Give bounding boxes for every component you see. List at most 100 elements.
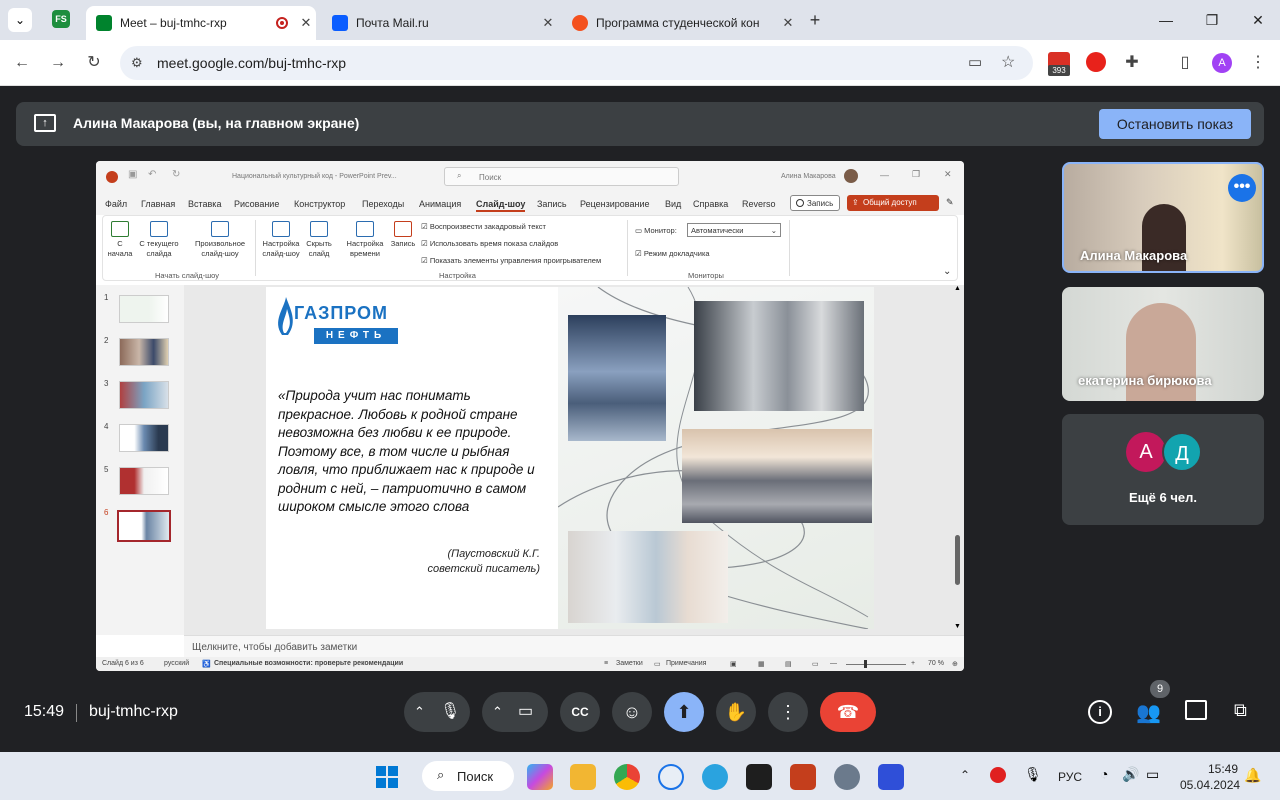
microphone-icon[interactable]: 🎙 [440,692,460,732]
ribbon-collapse-icon[interactable]: ⌄ [943,266,951,277]
raise-hand-button[interactable]: ✋ [716,692,756,732]
slide-thumbnail-3[interactable] [119,381,169,409]
ribbon-custom-show-button[interactable]: Произвольное слайд-шоу [195,221,245,259]
sync-app-icon[interactable] [658,764,684,790]
menu-insert[interactable]: Вставка [188,199,221,209]
menu-design[interactable]: Конструктор [294,199,345,209]
browser-menu-icon[interactable]: ⋮ [1247,52,1269,74]
bookmark-star-icon[interactable]: ☆ [1001,52,1015,72]
audio-options-chevron-icon[interactable]: ⌃ [414,692,425,732]
camera-in-use-icon[interactable]: ▭ [968,53,982,71]
checkbox-timings[interactable]: ☑ Использовать время показа слайдов [421,239,558,248]
close-tab-icon[interactable]: ✕ [538,15,558,31]
status-accessibility[interactable]: Специальные возможности: проверьте реком… [214,660,403,667]
comments-toggle-icon[interactable]: ▭ [654,660,661,668]
slide-thumbnail-4[interactable] [119,424,169,452]
scroll-down-icon[interactable]: ▼ [954,623,961,630]
ribbon-rehearse-timings-button[interactable]: Настройка времени [343,221,387,259]
status-comments[interactable]: Примечания [666,660,706,667]
stop-presenting-button[interactable]: Остановить показ [1099,109,1251,139]
reading-view-icon[interactable]: ▤ [785,660,792,668]
ppt-maximize-icon[interactable]: ❐ [912,169,920,180]
new-tab-button[interactable]: + [804,8,826,32]
redo-icon[interactable]: ↻ [172,169,180,180]
close-tab-icon[interactable]: ✕ [296,15,316,31]
profile-tab-icon[interactable]: FS [52,10,70,28]
extensions-puzzle-icon[interactable]: ✚ [1121,52,1143,74]
app-icon[interactable] [878,764,904,790]
status-zoom[interactable]: 70 % [928,660,944,667]
status-notes[interactable]: Заметки [616,660,643,667]
minimize-window-button[interactable]: — [1148,8,1184,32]
notes-toggle-icon[interactable]: ≡ [604,660,608,667]
slide-sorter-icon[interactable]: ▦ [758,660,765,668]
notifications-bell-icon[interactable]: 🔔 [1244,767,1261,784]
zoom-out-icon[interactable]: — [830,660,837,667]
figma-app-icon[interactable] [746,764,772,790]
tab-program[interactable]: Программа студенческой кон ✕ [562,6,798,40]
tray-app-icon[interactable] [990,767,1006,783]
ribbon-hide-slide-button[interactable]: Скрыть слайд [305,221,333,259]
powerpoint-app-icon[interactable] [790,764,816,790]
notes-pane[interactable]: Щелкните, чтобы добавить заметки [184,635,964,657]
comments-icon[interactable]: ✎ [946,197,954,208]
ribbon-from-current-button[interactable]: С текущего слайда [137,221,181,259]
volume-icon[interactable]: 🔊 [1122,766,1139,783]
ppt-user-avatar[interactable] [844,169,858,183]
ppt-share-button[interactable]: ⇪ Общий доступ [847,195,939,211]
menu-slideshow[interactable]: Слайд-шоу [476,199,526,212]
normal-view-icon[interactable]: ▣ [730,660,737,668]
camera-icon[interactable]: ▭ [518,692,533,732]
chat-icon[interactable] [1185,700,1207,720]
checkbox-presenter-view[interactable]: ☑ Режим докладчика [635,249,710,258]
tab-mail[interactable]: Почта Mail.ru ✕ [322,6,558,40]
extension-red-icon[interactable] [1086,52,1106,72]
checkbox-media-controls[interactable]: ☑ Показать элементы управления проигрыва… [421,256,601,265]
menu-draw[interactable]: Рисование [234,199,279,209]
menu-file[interactable]: Файл [105,199,127,209]
captions-button[interactable]: CC [560,692,600,732]
participant-tile[interactable]: екатерина бирюкова [1062,287,1264,401]
menu-record[interactable]: Запись [537,199,567,209]
vertical-scrollbar[interactable]: ▲ ▼ [954,285,962,635]
restore-window-button[interactable]: ❐ [1194,8,1230,32]
ribbon-from-start-button[interactable]: С начала [107,221,133,259]
profile-avatar[interactable]: A [1212,53,1232,73]
side-panel-icon[interactable]: ▯ [1174,52,1196,74]
slideshow-view-icon[interactable]: ▭ [812,660,819,668]
ribbon-setup-show-button[interactable]: Настройка слайд-шоу [259,221,303,259]
menu-home[interactable]: Главная [141,199,175,209]
undo-icon[interactable]: ↶ [148,169,156,180]
more-options-button[interactable]: ⋮ [768,692,808,732]
chrome-app-icon[interactable] [614,764,640,790]
present-button[interactable]: ⬆ [664,692,704,732]
copilot-app-icon[interactable] [527,764,553,790]
slide-thumbnail-2[interactable] [119,338,169,366]
more-participants-tile[interactable]: А Д Ещё 6 чел. [1062,414,1264,525]
site-info-icon[interactable]: ⚙ [131,55,143,71]
ppt-close-icon[interactable]: ✕ [944,169,952,180]
menu-reverso[interactable]: Reverso [742,199,776,209]
telegram-app-icon[interactable] [702,764,728,790]
close-window-button[interactable]: ✕ [1240,8,1276,32]
wifi-icon[interactable]: ◔ [1100,766,1108,782]
slide-thumbnail-1[interactable] [119,295,169,323]
file-explorer-icon[interactable] [570,764,596,790]
checkbox-narration[interactable]: ☑ Воспроизвести закадровый текст [421,222,546,231]
zoom-in-icon[interactable]: + [911,660,915,667]
ppt-search-box[interactable]: ⌕ Поиск [444,167,679,186]
clock-time[interactable]: 15:49 [1208,762,1238,776]
tray-chevron-up-icon[interactable]: ⌃ [960,768,970,782]
taskbar-search[interactable]: ⌕ Поиск [422,761,514,791]
people-icon[interactable]: 👥 [1136,700,1161,725]
tile-more-options-button[interactable]: ••• [1228,174,1256,202]
save-icon[interactable]: ▣ [128,169,137,180]
status-language[interactable]: русский [164,660,189,667]
ppt-record-button[interactable]: Запись [790,195,840,211]
menu-view[interactable]: Вид [665,199,681,209]
zoom-slider-thumb[interactable] [864,660,867,668]
clock-date[interactable]: 05.04.2024 [1180,778,1240,792]
slide-thumbnail-6[interactable] [117,510,171,542]
address-bar[interactable]: ⚙ meet.google.com/buj-tmhc-rxp ▭ ☆ [120,46,1033,80]
reload-icon[interactable]: ↻ [83,52,105,74]
